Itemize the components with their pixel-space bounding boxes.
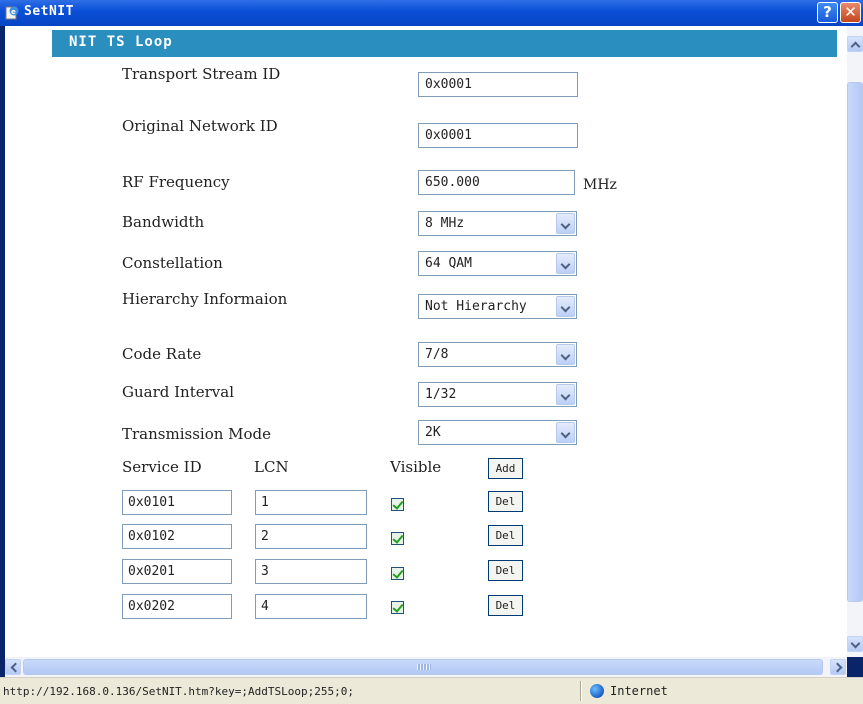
vertical-scrollbar[interactable] xyxy=(847,26,863,657)
visible-header: Visible xyxy=(390,458,442,476)
page-content: NIT TS Loop Transport Stream ID 0x0001 O… xyxy=(5,26,847,657)
help-button[interactable]: ? xyxy=(817,2,838,23)
lcn-input[interactable]: 2 xyxy=(255,524,367,549)
status-url: http://192.168.0.136/SetNIT.htm?key=;Add… xyxy=(3,685,354,698)
scroll-right-icon[interactable] xyxy=(830,659,846,675)
service-id-input[interactable]: 0x0102 xyxy=(122,524,232,549)
bandwidth-value: 8 MHz xyxy=(425,216,465,231)
bandwidth-label: Bandwidth xyxy=(122,213,205,231)
constellation-select[interactable]: 64 QAM xyxy=(418,251,577,276)
title-bar[interactable]: e SetNIT ? ✕ xyxy=(0,0,863,26)
section-title: NIT TS Loop xyxy=(69,34,173,50)
ie-page-icon: e xyxy=(5,6,19,20)
add-service-button[interactable]: Add xyxy=(488,458,523,479)
transmission-mode-value: 2K xyxy=(425,425,441,440)
guard-interval-label: Guard Interval xyxy=(122,383,235,401)
chevron-down-icon[interactable] xyxy=(556,384,575,405)
security-zone: Internet xyxy=(610,684,668,698)
chevron-down-icon[interactable] xyxy=(556,253,575,274)
scroll-up-icon[interactable] xyxy=(847,36,863,52)
scroll-down-icon[interactable] xyxy=(847,636,863,652)
service-id-input[interactable]: 0x0201 xyxy=(122,559,232,584)
section-header: NIT TS Loop xyxy=(52,30,837,57)
vertical-scroll-thumb[interactable] xyxy=(847,82,863,602)
delete-service-button[interactable]: Del xyxy=(488,525,523,546)
constellation-label: Constellation xyxy=(122,254,223,272)
horizontal-scroll-thumb[interactable] xyxy=(23,659,823,675)
horizontal-scrollbar[interactable] xyxy=(5,657,847,677)
service-id-input[interactable]: 0x0202 xyxy=(122,594,232,619)
close-button[interactable]: ✕ xyxy=(840,2,861,23)
rf-frequency-input[interactable]: 650.000 xyxy=(418,170,575,195)
service-id-header: Service ID xyxy=(122,458,202,476)
transmission-mode-label: Transmission Mode xyxy=(122,425,272,443)
hierarchy-label: Hierarchy Informaion xyxy=(122,290,288,308)
guard-interval-value: 1/32 xyxy=(425,387,457,402)
chevron-down-icon[interactable] xyxy=(556,344,575,365)
status-bar: http://192.168.0.136/SetNIT.htm?key=;Add… xyxy=(0,677,863,704)
lcn-input[interactable]: 1 xyxy=(255,490,367,515)
visible-checkbox[interactable] xyxy=(391,498,404,511)
scroll-left-icon[interactable] xyxy=(5,659,21,675)
lcn-header: LCN xyxy=(254,458,289,476)
status-divider xyxy=(580,681,582,701)
svg-text:e: e xyxy=(11,8,16,16)
delete-service-button[interactable]: Del xyxy=(488,491,523,512)
original-network-id-label: Original Network ID xyxy=(122,117,278,135)
code-rate-select[interactable]: 7/8 xyxy=(418,342,577,367)
globe-icon xyxy=(590,684,604,698)
transport-stream-id-input[interactable]: 0x0001 xyxy=(418,72,578,97)
delete-service-button[interactable]: Del xyxy=(488,595,523,616)
hierarchy-select[interactable]: Not Hierarchy xyxy=(418,294,577,319)
left-margin xyxy=(5,26,51,657)
lcn-input[interactable]: 3 xyxy=(255,559,367,584)
browser-window: e SetNIT ? ✕ NIT TS Loop Transport Strea… xyxy=(0,0,863,704)
visible-checkbox[interactable] xyxy=(391,532,404,545)
visible-checkbox[interactable] xyxy=(391,601,404,614)
lcn-input[interactable]: 4 xyxy=(255,594,367,619)
original-network-id-input[interactable]: 0x0001 xyxy=(418,123,578,148)
chevron-down-icon[interactable] xyxy=(556,213,575,234)
bandwidth-select[interactable]: 8 MHz xyxy=(418,211,577,236)
chevron-down-icon[interactable] xyxy=(556,296,575,317)
window-title: SetNIT xyxy=(24,4,74,19)
code-rate-value: 7/8 xyxy=(425,347,449,362)
grip-icon xyxy=(417,664,431,670)
rf-frequency-label: RF Frequency xyxy=(122,173,230,191)
transport-stream-id-label: Transport Stream ID xyxy=(122,65,281,83)
visible-checkbox[interactable] xyxy=(391,567,404,580)
chevron-down-icon[interactable] xyxy=(556,422,575,443)
service-id-input[interactable]: 0x0101 xyxy=(122,490,232,515)
rf-frequency-unit: MHz xyxy=(583,177,617,193)
transmission-mode-select[interactable]: 2K xyxy=(418,420,577,445)
hierarchy-value: Not Hierarchy xyxy=(425,299,527,314)
delete-service-button[interactable]: Del xyxy=(488,560,523,581)
code-rate-label: Code Rate xyxy=(122,345,202,363)
guard-interval-select[interactable]: 1/32 xyxy=(418,382,577,407)
constellation-value: 64 QAM xyxy=(425,256,472,271)
